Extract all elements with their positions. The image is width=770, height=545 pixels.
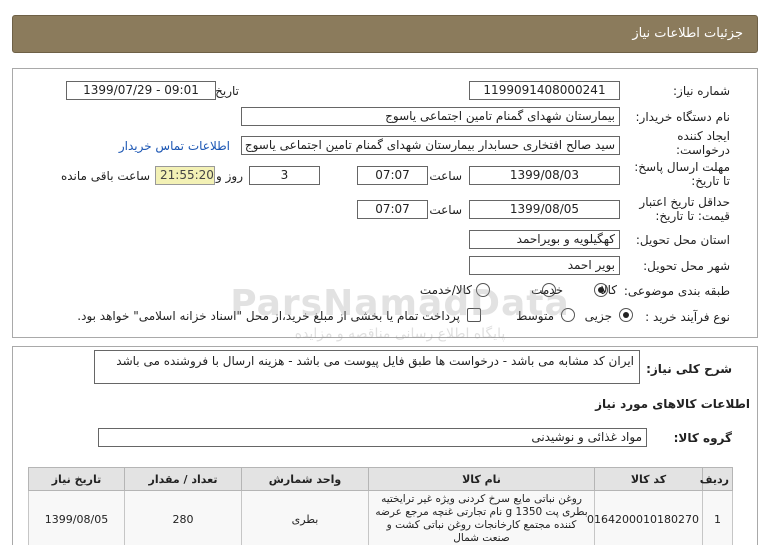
need-number-field: 1199091408000241 [469, 81, 620, 100]
goods-group-field: مواد غذائی و نوشیدنی [98, 428, 647, 447]
category-both-label: کالا/خدمت [419, 283, 472, 297]
deadline-date-field: 1399/08/03 [469, 166, 620, 185]
category-both-radio[interactable] [476, 283, 490, 297]
need-number-label: شماره نیاز: [673, 84, 730, 98]
col-header-quantity: تعداد / مقدار [124, 467, 242, 491]
table-row: 1 0164200010180270 روغن نباتی مایع سرخ ک… [28, 490, 733, 545]
validity-time-field: 07:07 [357, 200, 428, 219]
process-minor-radio[interactable] [619, 308, 633, 322]
col-header-code: کد کالا [594, 467, 703, 491]
page-header: جزئیات اطلاعات نیاز [12, 15, 758, 53]
cell-row-number: 1 [702, 490, 733, 545]
city-label: شهر محل تحویل: [643, 259, 730, 273]
page-title: جزئیات اطلاعات نیاز [632, 26, 743, 41]
remaining-time-field: 21:55:20 [155, 166, 215, 185]
category-label: طبقه بندی موضوعی: [623, 284, 730, 298]
buyer-contact-link[interactable]: اطلاعات تماس خریدار [119, 139, 230, 153]
validity-label: حداقل تاریخ اعتبار قیمت: تا تاریخ: [639, 195, 730, 223]
city-field: بویر احمد [469, 256, 620, 275]
days-label: روز و [216, 169, 243, 183]
deadline-time-field: 07:07 [357, 166, 428, 185]
deadline-time-label: ساعت [429, 169, 462, 183]
treasury-payment-checkbox[interactable] [467, 308, 481, 322]
validity-date-field: 1399/08/05 [469, 200, 620, 219]
announce-field: 1399/07/29 - 09:01 [66, 81, 216, 100]
category-service-label: خدمت [531, 283, 563, 297]
table-header-row: ردیف کد کالا نام کالا واحد شمارش تعداد /… [28, 467, 733, 491]
cell-date: 1399/08/05 [28, 490, 125, 545]
col-header-row-number: ردیف [700, 467, 733, 491]
description-label: شرح کلی نیاز: [646, 362, 732, 376]
creator-label: ایجاد کننده درخواست: [676, 129, 730, 157]
process-medium-radio[interactable] [561, 308, 575, 322]
goods-group-label: گروه کالا: [673, 431, 732, 445]
province-label: استان محل تحویل: [635, 233, 730, 247]
province-field: کهگیلویه و بویراحمد [469, 230, 620, 249]
process-label: نوع فرآیند خرید : [645, 310, 730, 324]
cell-name: روغن نباتی مایع سرخ کردنی ویژه غیر ترایخ… [368, 490, 595, 545]
creator-field: سید صالح افتخاری حسابدار بیمارستان شهدای… [241, 136, 620, 155]
days-remaining-field: 3 [249, 166, 320, 185]
category-goods-label: کالا [600, 283, 617, 297]
cell-code: 0164200010180270 [587, 490, 703, 545]
buyer-org-field: بیمارستان شهدای گمنام تامین اجتماعی یاسو… [241, 107, 620, 126]
buyer-org-label: نام دستگاه خریدار: [635, 110, 731, 124]
description-field: ایران کد مشابه می باشد - درخواست ها طبق … [94, 350, 640, 384]
validity-time-label: ساعت [429, 203, 462, 217]
goods-table: ردیف کد کالا نام کالا واحد شمارش تعداد /… [28, 467, 733, 545]
deadline-label: مهلت ارسال پاسخ: تا تاریخ: [634, 160, 730, 188]
goods-section-title: اطلاعات کالاهای مورد نیاز [595, 397, 750, 411]
treasury-payment-note: پرداخت تمام یا بخشی از مبلغ خرید،از محل … [77, 309, 460, 323]
remaining-time-label: ساعت باقی مانده [60, 169, 150, 183]
process-minor-label: جزیی [584, 309, 612, 323]
process-medium-label: متوسط [516, 309, 554, 323]
col-header-name: نام کالا [368, 467, 595, 491]
cell-unit: بطری [241, 490, 369, 545]
col-header-unit: واحد شمارش [241, 467, 369, 491]
col-header-date: تاریخ نیاز [28, 467, 125, 491]
cell-quantity: 280 [124, 490, 242, 545]
